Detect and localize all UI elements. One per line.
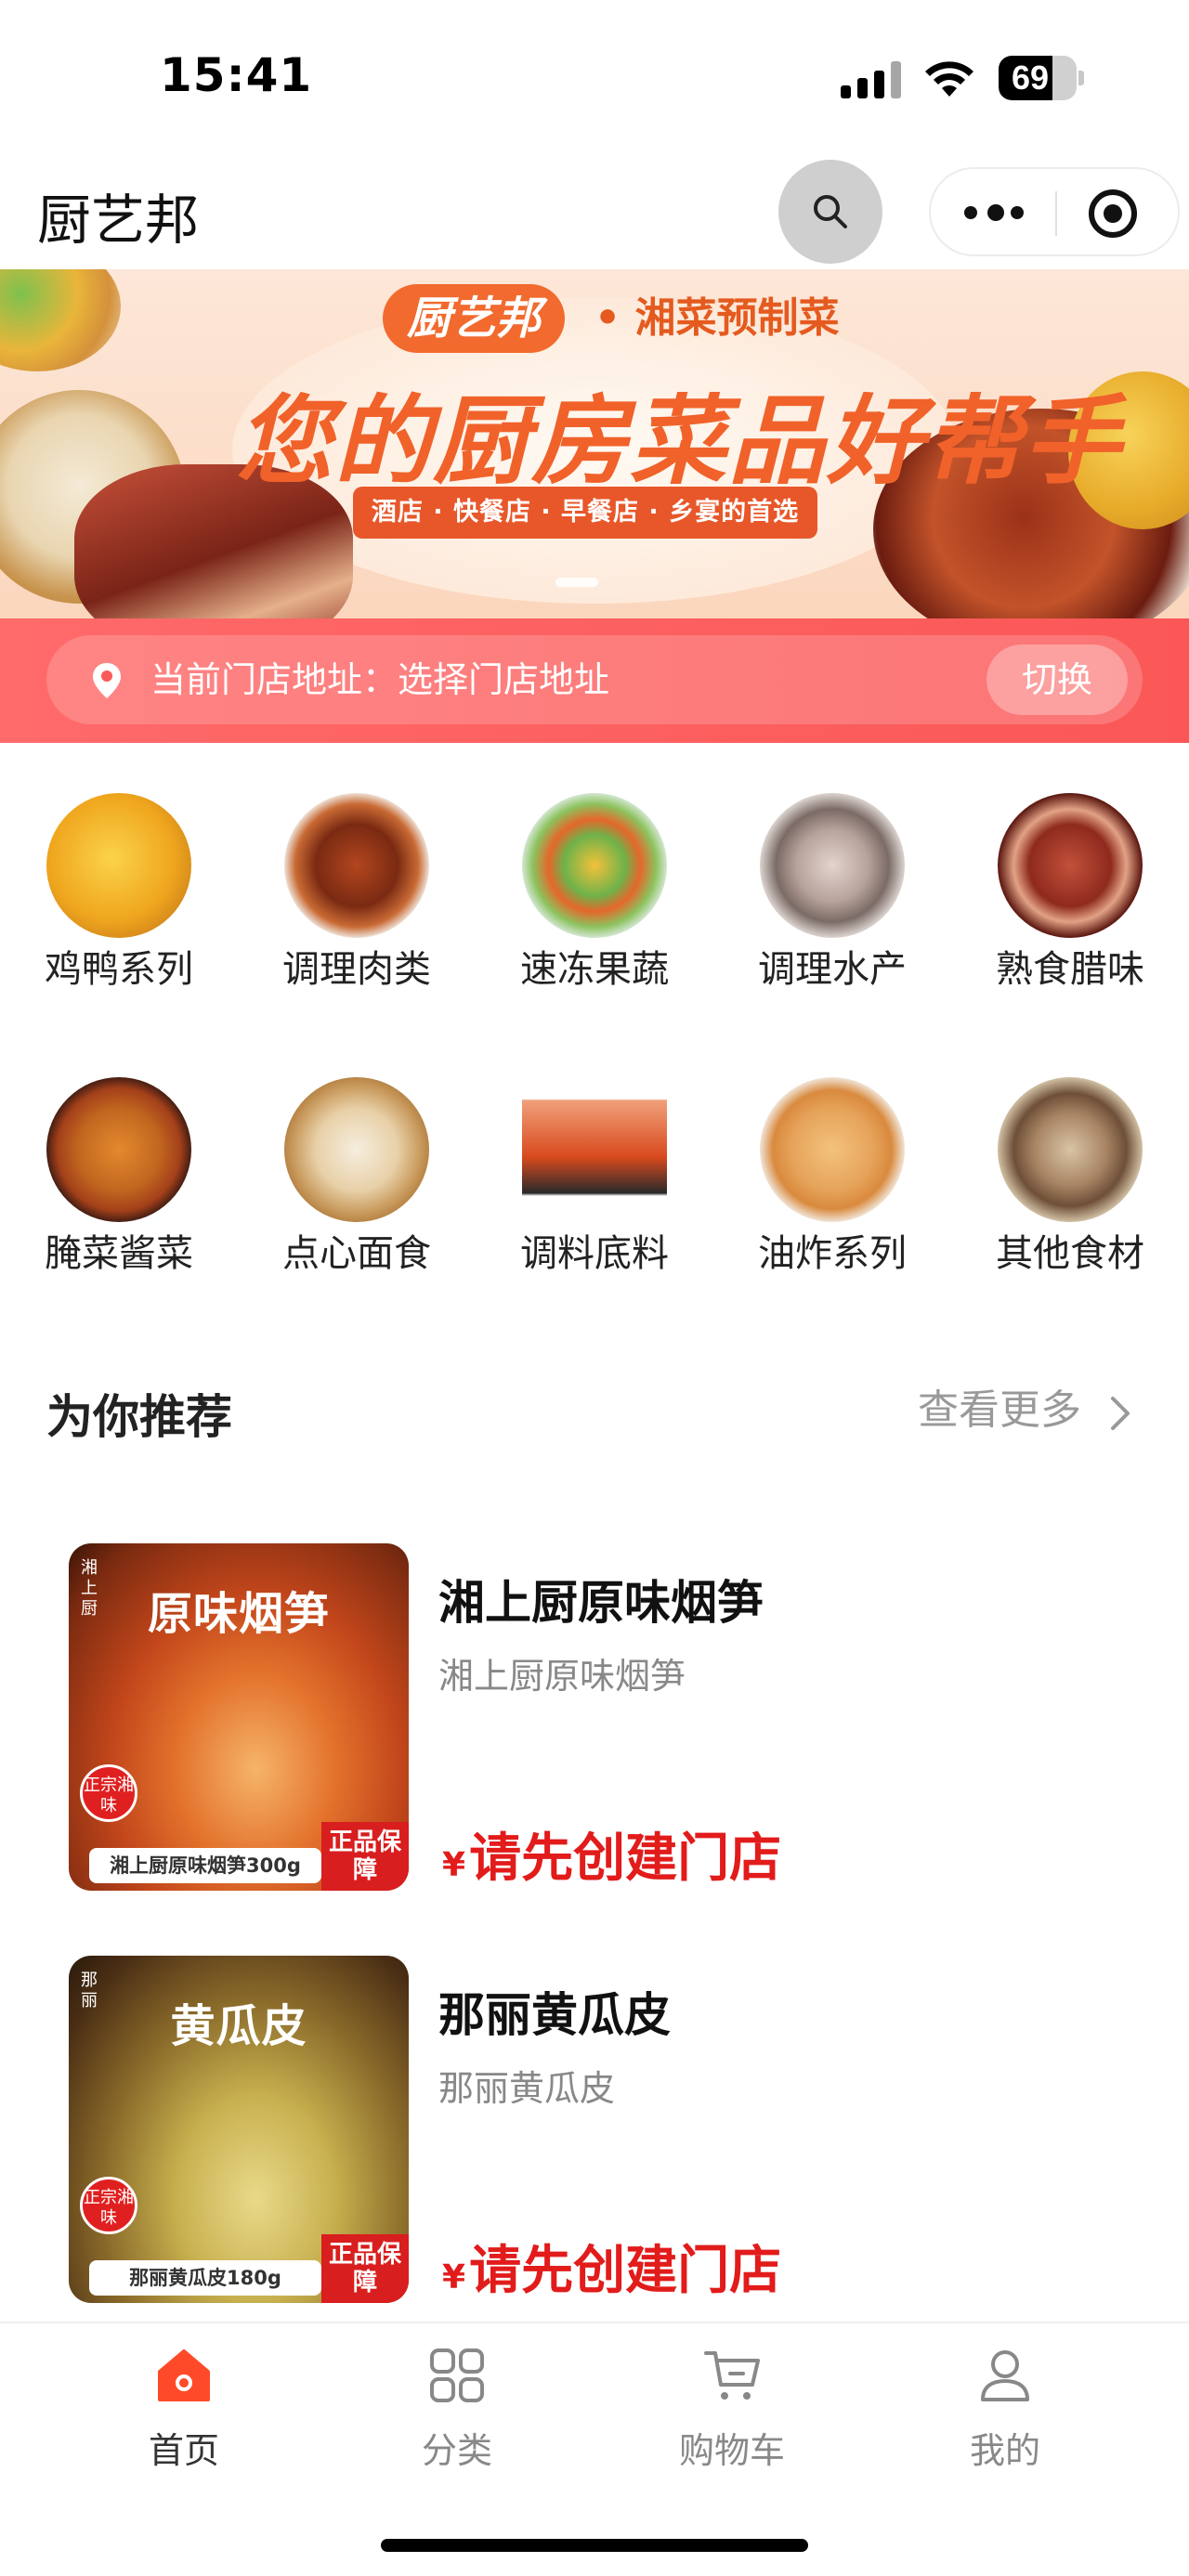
category-image xyxy=(46,1077,191,1222)
category-label: 调料底料 xyxy=(520,1232,669,1275)
banner-subtitle: • 湘菜预制菜 xyxy=(594,294,840,342)
category-image xyxy=(46,793,191,938)
tab-category[interactable]: 分类 xyxy=(364,2338,550,2487)
product-image[interactable]: 那丽 黄瓜皮 正宗湘味 那丽黄瓜皮180g 正品保障 xyxy=(69,1956,409,2303)
category-item[interactable]: 调理水产 xyxy=(713,776,951,1018)
app-title: 厨艺邦 xyxy=(37,189,200,252)
product-desc: 那丽黄瓜皮 xyxy=(438,2068,616,2109)
price-symbol: ¥ xyxy=(442,2258,466,2296)
category-label: 油炸系列 xyxy=(758,1232,907,1275)
grid-icon xyxy=(430,2348,484,2402)
battery-icon: 69 xyxy=(999,56,1084,100)
category-image xyxy=(522,793,667,938)
category-grid: 鸡鸭系列 调理肉类 速冻果蔬 调理水产 熟食腊味 腌菜酱菜 点心面食 调料底料 … xyxy=(0,776,1189,1296)
switch-store-button[interactable]: 切换 xyxy=(986,644,1128,715)
category-item[interactable]: 鸡鸭系列 xyxy=(0,776,238,1018)
authentic-seal: 正宗湘味 xyxy=(80,1764,137,1822)
category-label: 鸡鸭系列 xyxy=(45,948,193,991)
wifi-icon xyxy=(925,61,973,97)
product-name[interactable]: 那丽黄瓜皮 xyxy=(438,1978,671,2045)
product-image-caption: 湘上厨原味烟笋300g xyxy=(89,1848,321,1883)
nav-header: 厨艺邦 xyxy=(0,158,1189,269)
category-item[interactable]: 油炸系列 xyxy=(713,1060,951,1302)
category-image xyxy=(760,793,905,938)
tab-label: 首页 xyxy=(148,2430,219,2471)
guarantee-badge: 正品保障 xyxy=(321,2234,409,2303)
category-item[interactable]: 熟食腊味 xyxy=(951,776,1189,1018)
price-text: 请先创建门店 xyxy=(469,1828,782,1889)
category-image xyxy=(998,1077,1143,1222)
category-item[interactable]: 其他食材 xyxy=(951,1060,1189,1302)
product-card[interactable]: 那丽 黄瓜皮 正宗湘味 那丽黄瓜皮180g 正品保障 那丽黄瓜皮 那丽黄瓜皮 ¥… xyxy=(0,1956,1189,2327)
target-icon[interactable] xyxy=(1089,189,1137,238)
banner-headline: 您的厨房菜品好帮手 xyxy=(236,384,1123,498)
recommend-title: 为你推荐 xyxy=(46,1390,232,1444)
category-image xyxy=(522,1077,667,1222)
recommend-header: 为你推荐 查看更多 xyxy=(0,1374,1189,1449)
promo-banner[interactable]: 厨艺邦 • 湘菜预制菜 您的厨房菜品好帮手 酒店 · 快餐店 · 早餐店 · 乡… xyxy=(0,269,1189,618)
tab-label: 分类 xyxy=(421,2430,492,2471)
category-label: 调理水产 xyxy=(758,948,907,991)
category-image xyxy=(284,1077,429,1222)
product-image-title: 原味烟笋 xyxy=(147,1588,330,1640)
more-dots-icon[interactable] xyxy=(964,201,1024,227)
banner-veggies-image xyxy=(0,269,121,371)
category-label: 腌菜酱菜 xyxy=(45,1232,193,1275)
product-image-caption: 那丽黄瓜皮180g xyxy=(89,2260,321,2296)
location-pin-icon xyxy=(93,663,121,698)
category-item[interactable]: 调料底料 xyxy=(476,1060,713,1302)
category-image xyxy=(284,793,429,938)
product-name[interactable]: 湘上厨原味烟笋 xyxy=(438,1566,764,1633)
category-label: 点心面食 xyxy=(282,1232,431,1275)
category-item[interactable]: 速冻果蔬 xyxy=(476,776,713,1018)
battery-level: 69 xyxy=(1012,59,1050,97)
tab-cart[interactable]: 购物车 xyxy=(639,2338,825,2487)
category-label: 速冻果蔬 xyxy=(520,948,669,991)
cart-icon xyxy=(704,2351,760,2400)
carousel-indicator xyxy=(555,578,598,587)
tab-home[interactable]: 首页 xyxy=(91,2338,277,2487)
mini-program-capsule xyxy=(929,167,1180,256)
search-icon xyxy=(814,195,847,228)
search-button[interactable] xyxy=(778,160,882,264)
cellular-signal-icon xyxy=(841,61,902,98)
product-price: ¥请先创建门店 xyxy=(442,2229,781,2304)
home-icon xyxy=(158,2349,210,2401)
product-card[interactable]: 湘上厨 原味烟笋 正宗湘味 湘上厨原味烟笋300g 正品保障 湘上厨原味烟笋 湘… xyxy=(0,1543,1189,1915)
banner-brand: 厨艺邦 xyxy=(383,284,566,353)
status-bar: 15:41 69 xyxy=(0,0,1189,158)
category-image xyxy=(998,793,1143,938)
guarantee-badge: 正品保障 xyxy=(321,1822,409,1891)
store-address-label: 当前门店地址：选择门店地址 xyxy=(150,659,610,700)
user-icon xyxy=(981,2350,1029,2401)
category-image xyxy=(760,1077,905,1222)
chevron-right-icon[interactable] xyxy=(1109,1395,1131,1432)
bottom-tab-bar: 首页 分类 购物车 我的 xyxy=(0,2322,1189,2576)
product-image-title: 黄瓜皮 xyxy=(170,2000,307,2052)
category-label: 熟食腊味 xyxy=(996,948,1144,991)
product-desc: 湘上厨原味烟笋 xyxy=(438,1656,686,1697)
store-selector[interactable]: 当前门店地址：选择门店地址 切换 xyxy=(46,635,1143,724)
tab-profile[interactable]: 我的 xyxy=(912,2338,1098,2487)
product-price: ¥请先创建门店 xyxy=(442,1816,781,1892)
product-image[interactable]: 湘上厨 原味烟笋 正宗湘味 湘上厨原味烟笋300g 正品保障 xyxy=(69,1543,409,1891)
price-symbol: ¥ xyxy=(442,1846,466,1884)
category-item[interactable]: 调理肉类 xyxy=(238,776,476,1018)
home-indicator xyxy=(381,2539,808,2552)
store-bar: 当前门店地址：选择门店地址 切换 xyxy=(0,618,1189,743)
tab-label: 我的 xyxy=(969,2430,1040,2471)
category-label: 调理肉类 xyxy=(282,948,431,991)
status-time: 15:41 xyxy=(160,48,313,102)
category-item[interactable]: 点心面食 xyxy=(238,1060,476,1302)
category-item[interactable]: 腌菜酱菜 xyxy=(0,1060,238,1302)
authentic-seal: 正宗湘味 xyxy=(80,2177,137,2234)
tab-label: 购物车 xyxy=(678,2430,785,2471)
view-more-link[interactable]: 查看更多 xyxy=(918,1384,1081,1438)
price-text: 请先创建门店 xyxy=(469,2241,782,2301)
category-label: 其他食材 xyxy=(996,1232,1144,1275)
banner-tagline: 酒店 · 快餐店 · 早餐店 · 乡宴的首选 xyxy=(353,487,817,539)
